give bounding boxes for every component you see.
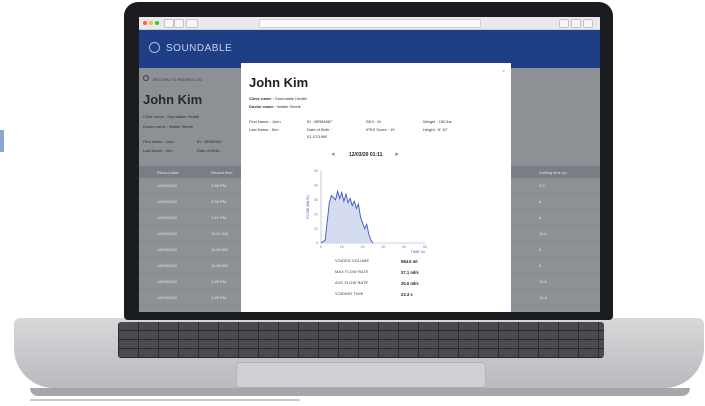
cell-voiding: 5: [539, 263, 542, 268]
y-axis-title: FLOW (ML/S): [306, 195, 310, 219]
cell-voiding: 8: [539, 215, 542, 220]
y-tick-label: 20: [314, 212, 318, 216]
dob-text: Date of Birth :: [197, 148, 222, 153]
stat-label: VOIDING TIME: [335, 292, 364, 296]
cell-voiding: 5: [539, 247, 542, 252]
clinic-name-text: Clinic name : Soundable Health: [143, 114, 200, 119]
cell-time: 10:21 AM: [211, 231, 228, 236]
laptop-trackpad: [236, 362, 486, 388]
address-bar[interactable]: [259, 19, 481, 28]
stat-label: MAX FLOW RATE: [335, 270, 369, 274]
share-button[interactable]: [559, 19, 569, 28]
y-tick-label: 50: [314, 169, 318, 173]
record-datetime: 12/03/20 01:11: [349, 152, 383, 158]
patient-id-text: ID : BRM4567: [197, 139, 223, 144]
stat-value: 25.0 ml/s: [401, 280, 419, 286]
patient-name-heading: John Kim: [143, 92, 203, 107]
close-icon[interactable]: ×: [502, 69, 505, 75]
modal-dob-value: 01-07/1960: [307, 134, 328, 139]
x-tick-label: 50: [423, 245, 427, 249]
x-tick-label: 10: [340, 245, 344, 249]
cell-date: 12/03/2020: [157, 183, 178, 188]
doctor-value: Walter Steele: [277, 104, 301, 109]
cell-date: 13/03/2020: [157, 263, 178, 268]
cell-time: 11:58 AM: [211, 263, 228, 268]
stat-label: VOIDED VOLUME: [335, 259, 370, 263]
y-tick-label: 0: [316, 241, 318, 245]
modal-clinic-line: Clinic name : Soundable Health: [249, 96, 307, 101]
cell-date: 13/03/2020: [157, 279, 178, 284]
modal-sex: SEX : M: [366, 119, 381, 124]
cell-voiding: 9.9: [539, 183, 545, 188]
laptop-base-lip: [30, 388, 690, 396]
modal-first-name: First Name : John: [249, 119, 281, 124]
flow-rate-chart: 0 10 20 30 40 50 0 10 20 30 40 50 FLOW (ML/S) TIME (s…: [306, 169, 427, 253]
zoom-window-dot[interactable]: [155, 21, 159, 25]
cell-time: 1:50 PM: [211, 183, 226, 188]
cell-time: 7:10 PM: [211, 215, 226, 220]
column-header-record-time[interactable]: Record time: [211, 170, 233, 175]
laptop-shadow: [30, 399, 300, 401]
first-name-text: First Name : John: [143, 139, 175, 144]
cell-time: 1:25 PM: [211, 279, 226, 284]
y-tick-label: 10: [314, 227, 318, 231]
cell-voiding: 11.4: [539, 231, 547, 236]
soundable-logo-icon: [149, 42, 160, 53]
cell-date: 12/03/2020: [157, 215, 178, 220]
clinic-label: Clinic name :: [249, 96, 274, 101]
x-tick-label: 20: [361, 245, 365, 249]
stat-label: AVG FLOW RATE: [335, 281, 369, 285]
close-window-dot[interactable]: [143, 21, 147, 25]
y-tick-label: 30: [314, 198, 318, 202]
cell-date: 14/03/2020: [157, 295, 178, 300]
minimize-window-dot[interactable]: [149, 21, 153, 25]
modal-dob-label: Date of Birth :: [307, 127, 332, 132]
doctor-name-text: Doctor name : Walter Steele: [143, 124, 194, 129]
cell-time: 3:34 PM: [211, 199, 226, 204]
back-arrow-icon[interactable]: ‹: [143, 75, 149, 81]
x-tick-label: 0: [320, 245, 322, 249]
modal-ipss-score: IPSS Score : 19: [366, 127, 395, 132]
return-to-patient-list-link[interactable]: RETURN TO PATIENT LIST: [153, 77, 203, 82]
laptop-screen: SOUNDABLE ‹ RETURN TO PATIENT LIST John …: [139, 17, 600, 312]
next-record-button[interactable]: >: [395, 152, 398, 158]
modal-patient-id: ID : BRM4567: [307, 119, 333, 124]
page-edge-mark: [0, 130, 4, 152]
cell-time: 1:25 PM: [211, 295, 226, 300]
y-tick-label: 40: [314, 184, 318, 188]
previous-record-button[interactable]: <: [332, 152, 335, 158]
cell-voiding: 14.4: [539, 295, 547, 300]
doctor-label: Doctor name :: [249, 104, 276, 109]
tabs-button[interactable]: [571, 19, 581, 28]
back-nav-button[interactable]: [164, 19, 174, 28]
stat-value: 584.5 ml: [401, 258, 418, 264]
last-name-text: Last Name : Kim: [143, 148, 173, 153]
x-axis-title: TIME (s): [410, 250, 425, 253]
column-header-record-date[interactable]: Record date: [157, 170, 179, 175]
column-header-voiding-time[interactable]: Voiding time (s): [539, 170, 567, 175]
x-tick-label: 30: [381, 245, 385, 249]
cell-time: 11:29 AM: [211, 247, 228, 252]
modal-height: Height : 5' 10": [423, 127, 448, 132]
browser-toolbar: [139, 17, 600, 30]
modal-last-name: Last Name : Kim: [249, 127, 279, 132]
stat-value: 23.3 s: [401, 291, 413, 297]
modal-weight: Weight : 150 lbs: [423, 119, 452, 124]
voiding-record-modal: × John Kim Clinic name : Soundable Healt…: [241, 63, 511, 312]
forward-nav-button[interactable]: [174, 19, 184, 28]
stat-value: 37.1 ml/s: [401, 269, 419, 275]
new-tab-button[interactable]: [583, 19, 593, 28]
sidebar-toggle-button[interactable]: [186, 19, 198, 28]
cell-date: 12/03/2020: [157, 199, 178, 204]
clinic-value: Soundable Health: [275, 96, 307, 101]
cell-date: 12/03/2020: [157, 231, 178, 236]
laptop-keyboard: [118, 322, 604, 358]
modal-doctor-line: Doctor name : Walter Steele: [249, 104, 301, 109]
cell-voiding: 8: [539, 199, 542, 204]
modal-patient-name: John Kim: [249, 75, 309, 90]
x-tick-label: 40: [402, 245, 406, 249]
brand-name: SOUNDABLE: [166, 43, 233, 54]
cell-voiding: 13.5: [539, 279, 547, 284]
cell-date: 13/03/2020: [157, 247, 178, 252]
